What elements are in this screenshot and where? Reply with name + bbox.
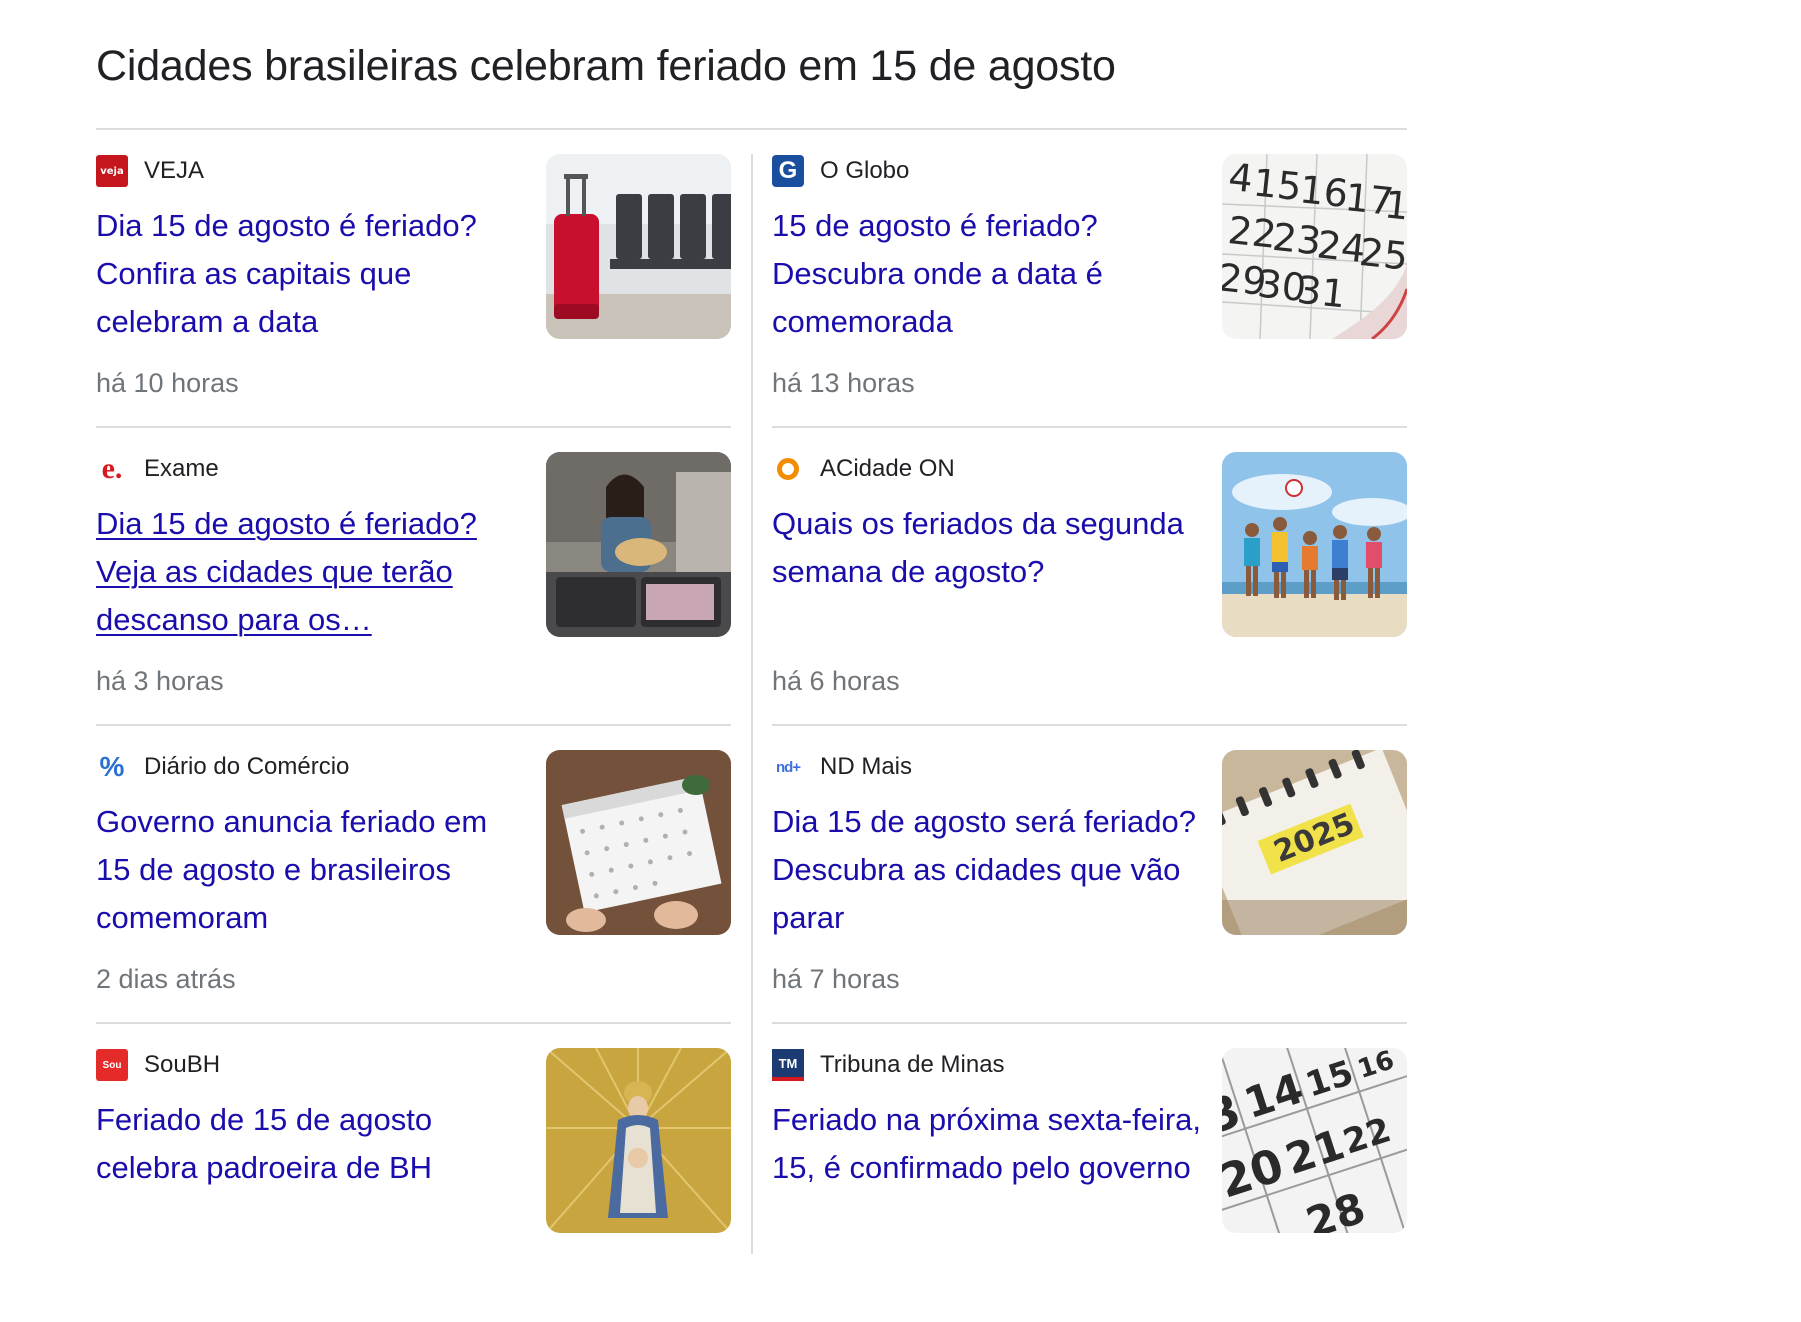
- exame-logo-icon: e.: [101, 452, 123, 485]
- article-time: há 3 horas: [96, 666, 224, 696]
- article-thumbnail[interactable]: [546, 452, 731, 637]
- article-title-link[interactable]: 15 de agosto é feriado? Descubra onde a …: [772, 202, 1202, 346]
- news-card[interactable]: e. Exame Dia 15 de agosto é feriado? Vej…: [96, 428, 731, 726]
- article-thumbnail[interactable]: 2025: [1222, 750, 1407, 935]
- news-source: % Diário do Comércio: [96, 751, 350, 783]
- veja-logo-icon: veja: [96, 155, 128, 187]
- source-name: SouBH: [144, 1051, 221, 1078]
- article-title-link[interactable]: Feriado de 15 de agosto celebra padroeir…: [96, 1096, 526, 1192]
- article-title-link[interactable]: Quais os feriados da segunda semana de a…: [772, 500, 1202, 596]
- news-source: veja VEJA: [96, 155, 204, 187]
- svg-text:15: 15: [1251, 160, 1304, 209]
- article-title-link[interactable]: Feriado na próxima sexta-feira, 15, é co…: [772, 1096, 1202, 1192]
- svg-text:4: 4: [1226, 155, 1255, 201]
- article-thumbnail[interactable]: [546, 750, 731, 935]
- acidadeon-logo-icon: [772, 453, 804, 485]
- article-time: há 7 horas: [772, 964, 900, 994]
- news-card[interactable]: nd+ ND Mais Dia 15 de agosto será feriad…: [772, 726, 1407, 1024]
- svg-text:16: 16: [1298, 167, 1351, 216]
- diario-do-comercio-logo-icon: %: [99, 751, 125, 782]
- news-source: Sou SouBH: [96, 1049, 220, 1081]
- source-name: Diário do Comércio: [144, 753, 350, 780]
- source-name: O Globo: [820, 157, 910, 184]
- svg-text:25: 25: [1357, 230, 1407, 279]
- source-name: ACidade ON: [820, 455, 955, 482]
- news-card[interactable]: veja VEJA Dia 15 de agosto é feriado? Co…: [96, 130, 731, 428]
- news-source: ACidade ON: [772, 453, 955, 485]
- article-title-link[interactable]: Dia 15 de agosto é feriado? Confira as c…: [96, 202, 526, 346]
- article-time: há 13 horas: [772, 368, 915, 398]
- svg-text:31: 31: [1295, 268, 1348, 317]
- news-card[interactable]: % Diário do Comércio Governo anuncia fer…: [96, 726, 731, 1024]
- news-card[interactable]: ACidade ON Quais os feriados da segunda …: [772, 428, 1407, 726]
- page-title: Cidades brasileiras celebram feriado em …: [96, 42, 1116, 90]
- article-title-link[interactable]: Governo anuncia feriado em 15 de agosto …: [96, 798, 526, 942]
- article-thumbnail[interactable]: [546, 1048, 731, 1233]
- news-source: G O Globo: [772, 155, 909, 187]
- soubh-logo-icon: Sou: [96, 1049, 128, 1081]
- source-name: Exame: [144, 455, 219, 482]
- article-time: há 10 horas: [96, 368, 239, 398]
- source-name: Tribuna de Minas: [820, 1051, 1005, 1078]
- ndmais-logo-icon: nd+: [775, 758, 801, 776]
- article-title-link[interactable]: Dia 15 de agosto é feriado? Veja as cida…: [96, 500, 526, 644]
- news-source: TM Tribuna de Minas: [772, 1049, 1005, 1081]
- news-source: nd+ ND Mais: [772, 751, 912, 783]
- svg-text:18: 18: [1382, 182, 1407, 231]
- source-name: ND Mais: [820, 753, 913, 780]
- article-time: 2 dias atrás: [96, 964, 236, 994]
- article-thumbnail[interactable]: [546, 154, 731, 339]
- oglobo-logo-icon: G: [772, 155, 804, 187]
- article-thumbnail[interactable]: [1222, 452, 1407, 637]
- article-thumbnail[interactable]: 3 14 15 16 20 21 22 28: [1222, 1048, 1407, 1233]
- news-card[interactable]: TM Tribuna de Minas Feriado na próxima s…: [772, 1024, 1407, 1322]
- tribuna-de-minas-logo-icon: TM: [772, 1049, 804, 1081]
- news-card[interactable]: G O Globo 15 de agosto é feriado? Descub…: [772, 130, 1407, 428]
- source-name: VEJA: [144, 157, 205, 184]
- news-card[interactable]: Sou SouBH Feriado de 15 de agosto celebr…: [96, 1024, 731, 1322]
- article-time: há 6 horas: [772, 666, 900, 696]
- news-source: e. Exame: [96, 453, 219, 485]
- article-title-link[interactable]: Dia 15 de agosto será feriado? Descubra …: [772, 798, 1202, 942]
- article-thumbnail[interactable]: 4 15 16 17 18 22 23 24 25 29 30 31: [1222, 154, 1407, 339]
- news-grid: veja VEJA Dia 15 de agosto é feriado? Co…: [96, 130, 1407, 1322]
